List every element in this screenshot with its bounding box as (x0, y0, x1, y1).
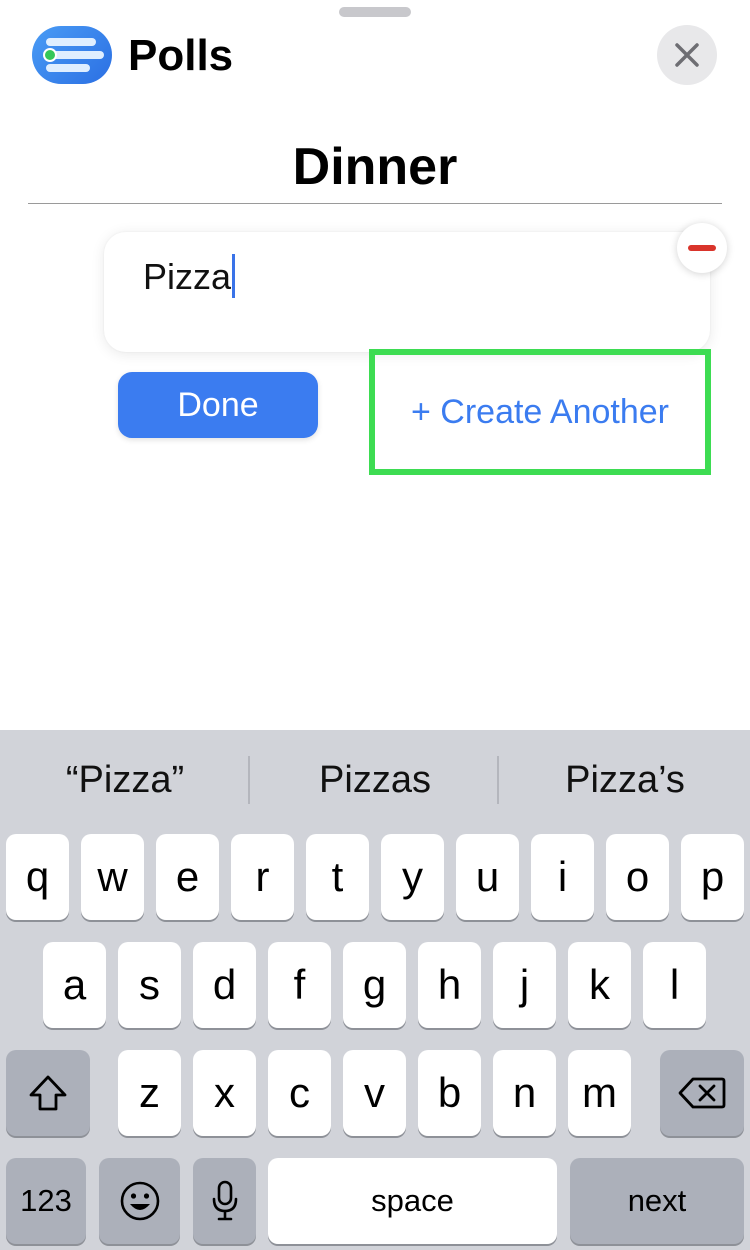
key-k[interactable]: k (568, 942, 631, 1028)
dictation-key[interactable] (193, 1158, 256, 1244)
key-j[interactable]: j (493, 942, 556, 1028)
suggestion-3[interactable]: Pizza’s (500, 730, 750, 830)
suggestion-bar: “Pizza” Pizzas Pizza’s (0, 730, 750, 830)
backspace-key[interactable] (660, 1050, 744, 1136)
suggestion-1[interactable]: “Pizza” (0, 730, 250, 830)
text-caret (232, 254, 236, 298)
key-d[interactable]: d (193, 942, 256, 1028)
suggestion-2[interactable]: Pizzas (250, 730, 500, 830)
key-i[interactable]: i (531, 834, 594, 920)
key-s[interactable]: s (118, 942, 181, 1028)
key-f[interactable]: f (268, 942, 331, 1028)
key-p[interactable]: p (681, 834, 744, 920)
emoji-icon (120, 1181, 159, 1221)
key-g[interactable]: g (343, 942, 406, 1028)
poll-title[interactable]: Dinner (0, 136, 750, 198)
shift-icon (29, 1075, 67, 1111)
check-badge-icon (43, 48, 57, 62)
polls-app-icon (32, 26, 112, 84)
numbers-key[interactable]: 123 (6, 1158, 86, 1244)
create-another-button[interactable]: + Create Another (369, 349, 711, 475)
title-divider (28, 203, 722, 204)
poll-sheet: Polls Dinner Pizza Done + Create Another (0, 0, 750, 730)
microphone-icon (212, 1180, 237, 1221)
key-y[interactable]: y (381, 834, 444, 920)
minus-circle-icon (688, 245, 716, 251)
key-l[interactable]: l (643, 942, 706, 1028)
key-r[interactable]: r (231, 834, 294, 920)
key-e[interactable]: e (156, 834, 219, 920)
key-q[interactable]: q (6, 834, 69, 920)
key-b[interactable]: b (418, 1050, 481, 1136)
key-z[interactable]: z (118, 1050, 181, 1136)
option-input[interactable]: Pizza (143, 254, 236, 298)
shift-key[interactable] (6, 1050, 90, 1136)
key-v[interactable]: v (343, 1050, 406, 1136)
keyboard: “Pizza” Pizzas Pizza’s q w e r t y u i o… (0, 730, 750, 1250)
key-n[interactable]: n (493, 1050, 556, 1136)
key-t[interactable]: t (306, 834, 369, 920)
next-key[interactable]: next (570, 1158, 744, 1244)
key-a[interactable]: a (43, 942, 106, 1028)
app-title: Polls (128, 31, 234, 80)
key-c[interactable]: c (268, 1050, 331, 1136)
suggestion-divider (497, 756, 499, 804)
close-button[interactable] (657, 25, 717, 85)
option-text: Pizza (143, 256, 232, 297)
space-key[interactable]: space (268, 1158, 557, 1244)
key-w[interactable]: w (81, 834, 144, 920)
done-button[interactable]: Done (118, 372, 318, 438)
key-m[interactable]: m (568, 1050, 631, 1136)
emoji-key[interactable] (99, 1158, 180, 1244)
key-x[interactable]: x (193, 1050, 256, 1136)
backspace-icon (678, 1077, 726, 1109)
option-card[interactable]: Pizza (104, 232, 710, 352)
key-u[interactable]: u (456, 834, 519, 920)
key-h[interactable]: h (418, 942, 481, 1028)
close-icon (675, 43, 699, 67)
key-o[interactable]: o (606, 834, 669, 920)
sheet-grabber[interactable] (339, 7, 411, 17)
remove-option-button[interactable] (677, 223, 727, 273)
